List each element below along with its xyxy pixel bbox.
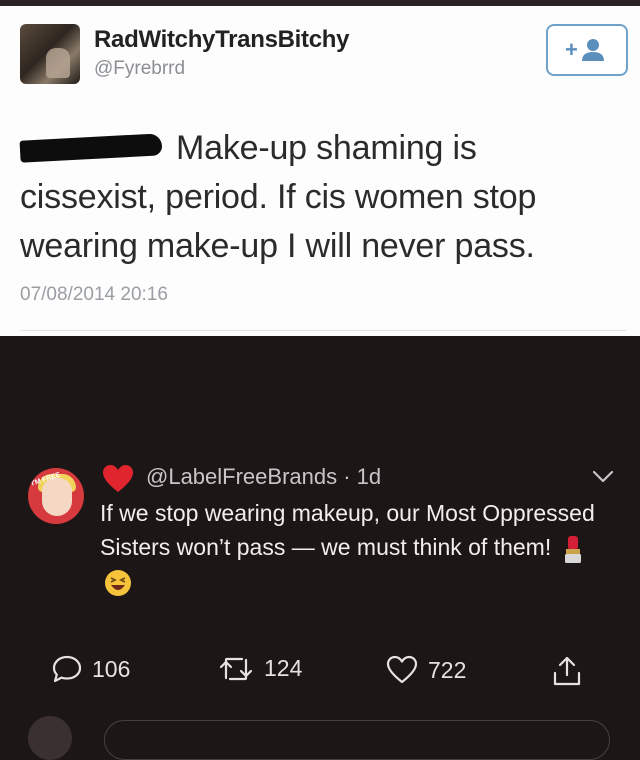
avatar-face bbox=[42, 478, 72, 516]
share-button[interactable] bbox=[552, 655, 582, 687]
laughing-emoji-icon bbox=[105, 569, 131, 596]
reply-handle-time[interactable]: @LabelFreeBrands · 1d bbox=[146, 464, 381, 490]
reply-text-content: If we stop wearing makeup, our Most Oppr… bbox=[100, 500, 595, 560]
chevron-down-icon[interactable] bbox=[592, 470, 614, 484]
lipstick-icon bbox=[564, 535, 581, 563]
retweet-button[interactable]: 124 bbox=[218, 655, 302, 682]
comment-count: 106 bbox=[92, 655, 131, 682]
svg-text:+: + bbox=[565, 37, 578, 62]
reply-text: If we stop wearing makeup, our Most Oppr… bbox=[100, 496, 600, 598]
heart-icon bbox=[103, 465, 133, 492]
reply-input[interactable] bbox=[104, 720, 610, 760]
compose-avatar bbox=[28, 716, 72, 760]
tweet-text: Make-up shaming is cissexist, period. If… bbox=[19, 124, 620, 271]
embedded-tweet-screenshot: RadWitchyTransBitchy @Fyrebrrd + Make-up… bbox=[0, 6, 640, 336]
display-name: RadWitchyTransBitchy bbox=[94, 26, 350, 53]
divider bbox=[20, 330, 626, 331]
retweet-count: 124 bbox=[264, 655, 303, 681]
reply-avatar[interactable]: I'M FREE bbox=[28, 468, 84, 524]
follow-button[interactable]: + bbox=[546, 24, 628, 76]
like-count: 722 bbox=[428, 656, 467, 683]
comment-button[interactable]: 106 bbox=[52, 655, 130, 683]
redacted-mention bbox=[19, 133, 163, 163]
like-icon bbox=[386, 655, 418, 684]
avatar bbox=[20, 24, 80, 84]
comment-icon bbox=[52, 655, 82, 683]
username: @Fyrebrrd bbox=[94, 58, 186, 79]
retweet-icon bbox=[219, 657, 253, 680]
user-icon bbox=[46, 48, 70, 78]
like-button[interactable]: 722 bbox=[386, 655, 466, 685]
follow-icon: + bbox=[565, 37, 604, 62]
share-icon bbox=[553, 656, 581, 686]
timestamp: 07/08/2014 20:16 bbox=[20, 284, 168, 305]
